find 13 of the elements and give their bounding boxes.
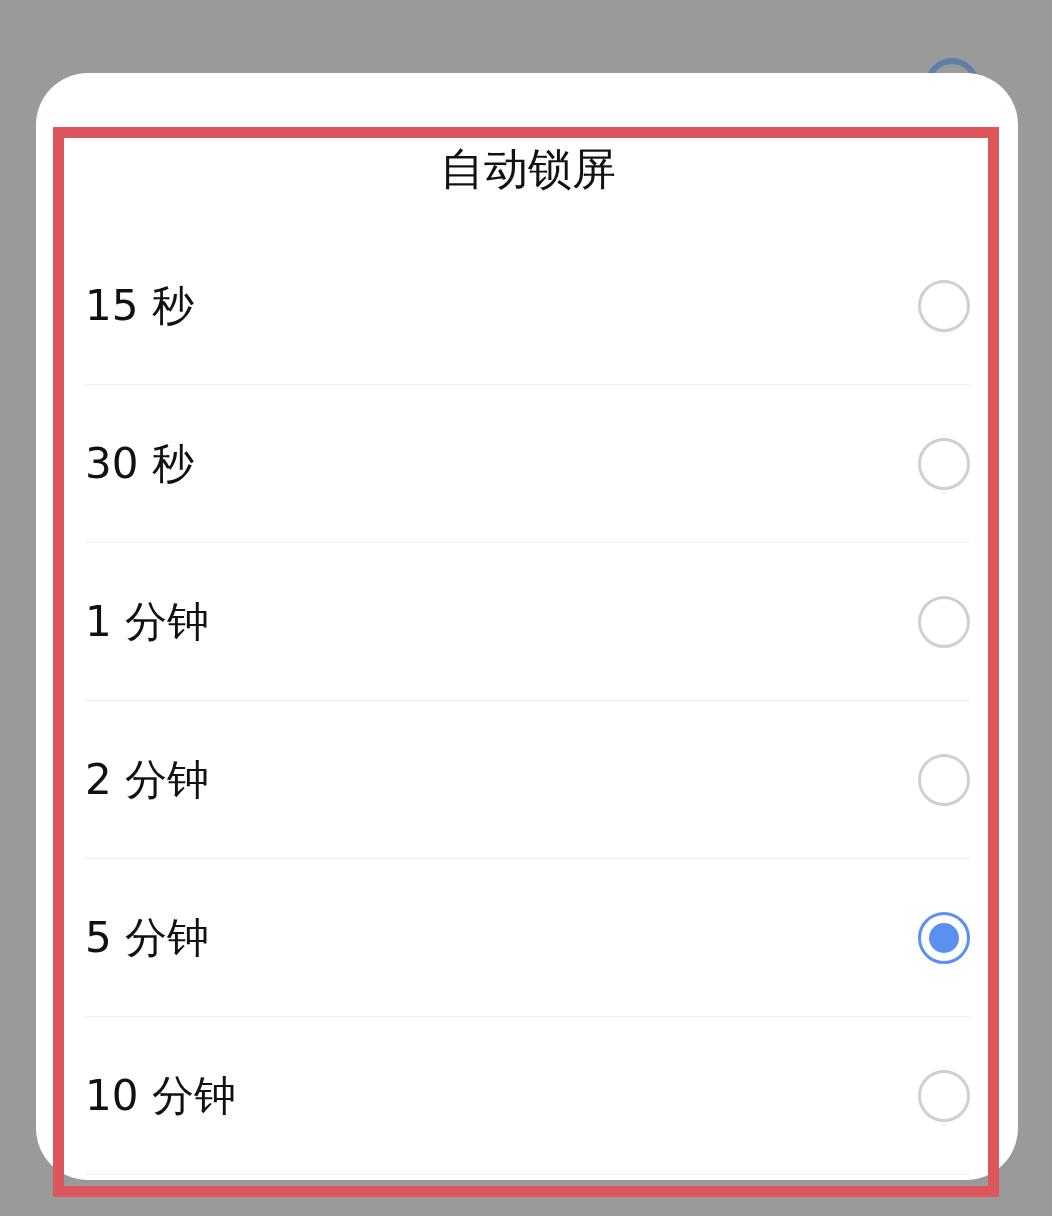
radio-button[interactable] bbox=[918, 753, 970, 806]
option-label[interactable]: 15 秒 bbox=[85, 277, 194, 334]
option-label[interactable]: 1 分钟 bbox=[85, 593, 210, 650]
option-label[interactable]: 10 分钟 bbox=[85, 1067, 236, 1124]
option-label[interactable]: 5 分钟 bbox=[85, 909, 210, 966]
dialog-title: 自动锁屏 bbox=[438, 142, 617, 196]
radio-button[interactable] bbox=[918, 911, 970, 964]
radio-button[interactable] bbox=[918, 437, 970, 490]
radio-button[interactable] bbox=[918, 1069, 970, 1122]
radio-button[interactable] bbox=[918, 595, 970, 648]
radio-button[interactable] bbox=[918, 279, 970, 332]
option-label[interactable]: 30 秒 bbox=[85, 435, 194, 492]
option-label[interactable]: 2 分钟 bbox=[85, 751, 210, 808]
